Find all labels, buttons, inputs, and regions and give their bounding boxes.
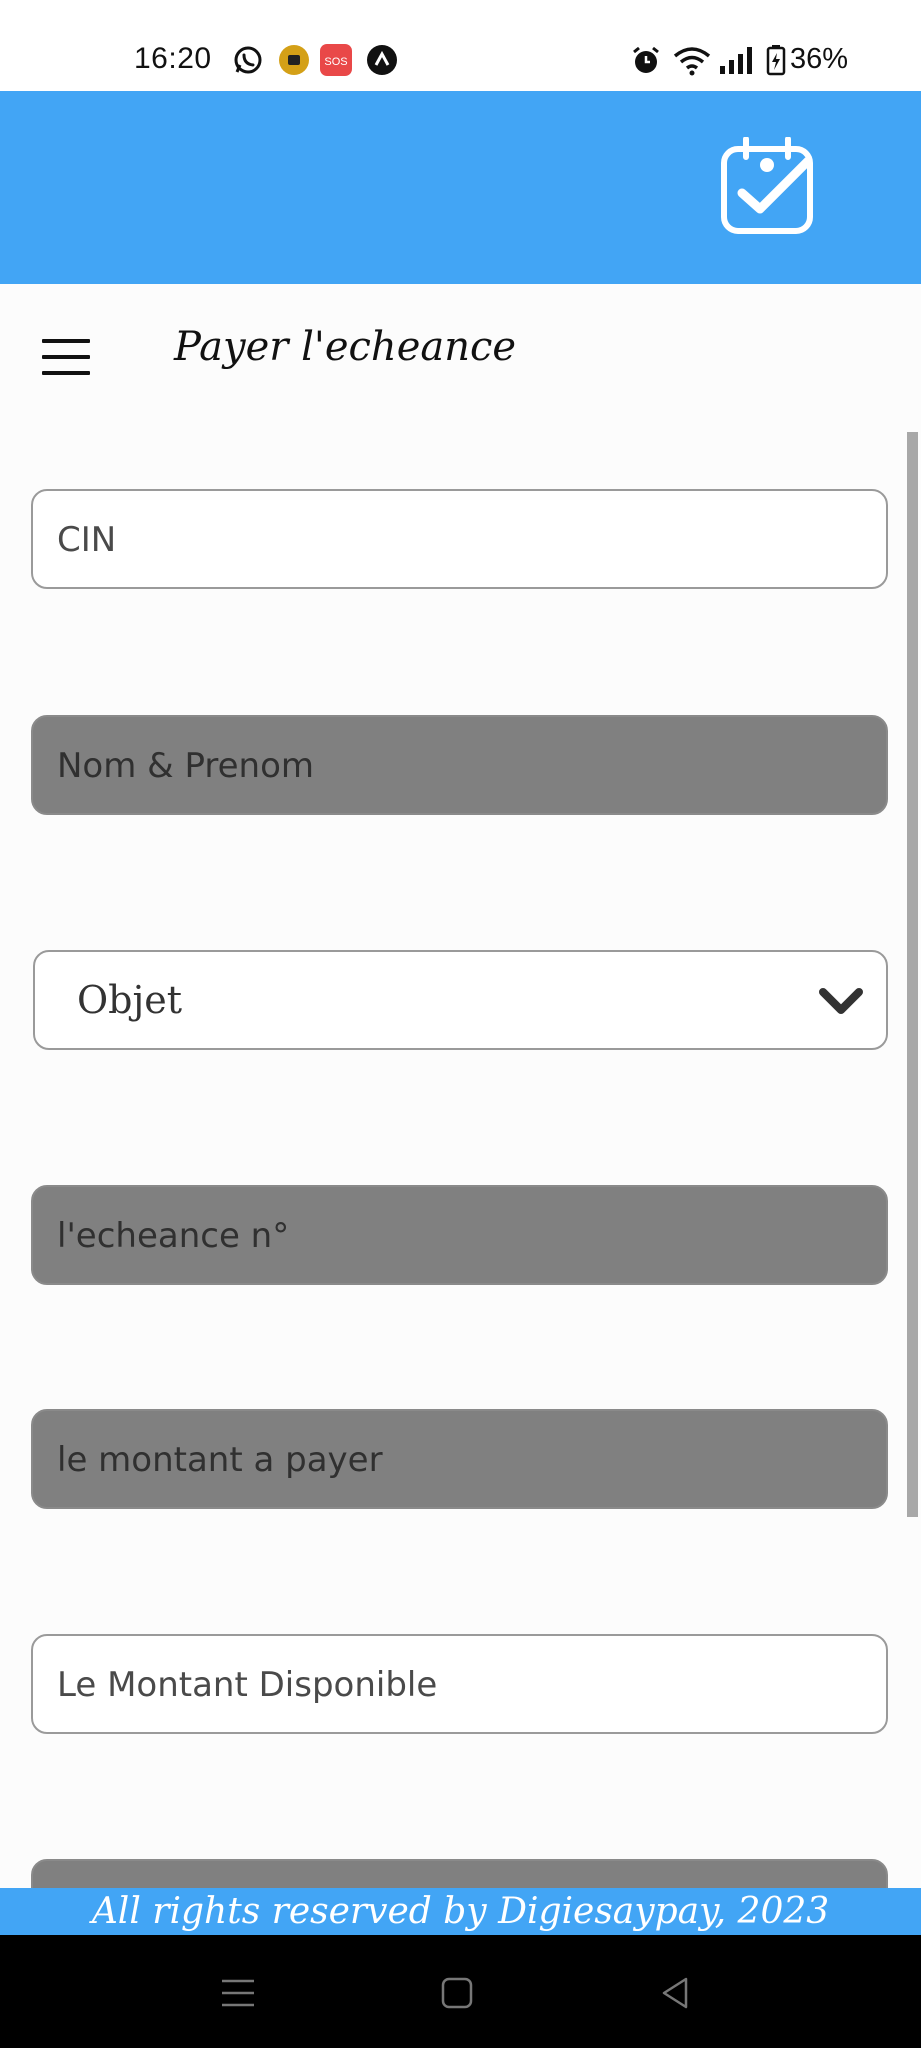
notification-badge-icon — [279, 45, 309, 75]
nom-prenom-placeholder: Nom & Prenom — [57, 746, 315, 786]
montant-a-payer-field: le montant a payer — [31, 1409, 888, 1509]
footer-text: All rights reserved by Digiesaypay, 2023 — [91, 1891, 830, 1932]
chevron-down-icon[interactable] — [818, 986, 864, 1016]
cin-field[interactable]: CIN — [31, 489, 888, 589]
cin-placeholder: CIN — [57, 520, 117, 560]
recents-icon[interactable] — [218, 1975, 258, 2011]
montant-a-payer-placeholder: le montant a payer — [57, 1440, 383, 1480]
status-time: 16:20 — [134, 42, 212, 75]
objet-select[interactable]: Objet — [33, 950, 888, 1050]
echeance-placeholder: l'echeance n° — [57, 1216, 290, 1256]
payment-form: CIN Nom & Prenom Objet l'echeance n° le … — [0, 430, 921, 1888]
hamburger-menu-icon[interactable] — [42, 339, 90, 375]
calendar-check-icon — [721, 137, 813, 234]
nom-prenom-field: Nom & Prenom — [31, 715, 888, 815]
alarm-icon — [633, 46, 659, 73]
svg-text:SOS: SOS — [324, 56, 347, 68]
app-header — [0, 91, 921, 284]
app-icon — [367, 45, 397, 75]
signal-icon — [720, 47, 752, 74]
sos-icon: SOS — [320, 44, 352, 76]
objet-selected-value: Objet — [77, 978, 183, 1022]
montant-disponible-field[interactable]: Le Montant Disponible — [31, 1634, 888, 1734]
title-bar: Payer l'echeance — [0, 284, 921, 430]
system-nav-bar — [0, 1935, 921, 2048]
echeance-field: l'echeance n° — [31, 1185, 888, 1285]
scrollbar[interactable] — [907, 432, 918, 1517]
battery-percentage: 36% — [790, 43, 849, 75]
footer: All rights reserved by Digiesaypay, 2023 — [0, 1888, 921, 1935]
whatsapp-icon — [234, 46, 262, 74]
home-icon[interactable] — [437, 1975, 477, 2011]
status-bar: 16:20 SOS 36% — [0, 0, 921, 91]
page-title: Payer l'echeance — [174, 324, 517, 370]
battery-icon — [766, 45, 786, 76]
wifi-icon — [673, 47, 711, 76]
back-icon[interactable] — [656, 1975, 696, 2011]
next-field-partial — [31, 1859, 888, 1888]
montant-disponible-placeholder: Le Montant Disponible — [57, 1665, 438, 1705]
